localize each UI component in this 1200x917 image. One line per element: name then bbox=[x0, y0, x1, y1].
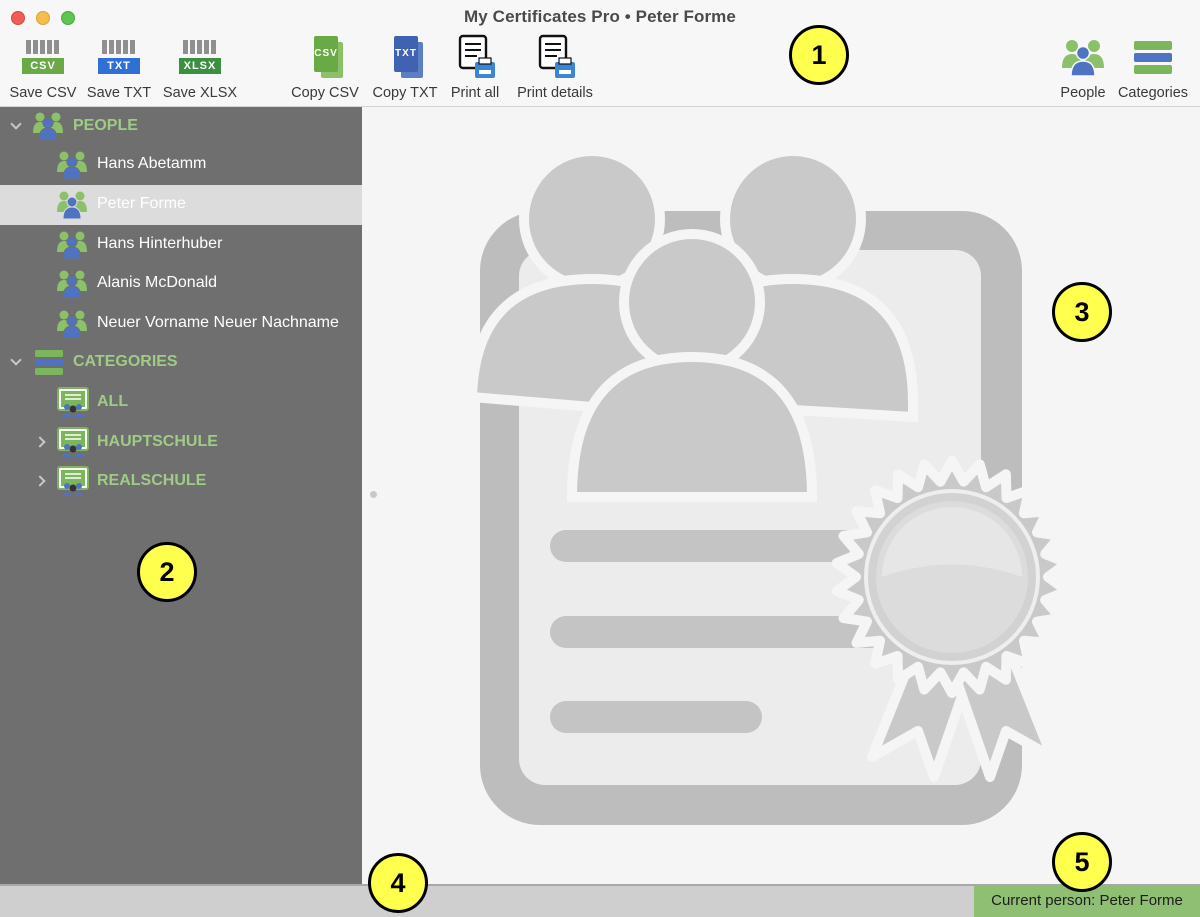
xlsx-file-icon: XLSX bbox=[176, 34, 224, 82]
print-details-icon bbox=[531, 34, 579, 82]
callout-2: 2 bbox=[137, 542, 197, 602]
sidebar-person-row[interactable]: Alanis McDonald bbox=[0, 264, 362, 304]
sidebar: PEOPLE Hans Abetamm Peter Forme Hans Hin… bbox=[0, 107, 362, 884]
chevron-down-icon[interactable] bbox=[10, 356, 22, 368]
sidebar-category-row[interactable]: HAUPTSCHULE bbox=[0, 423, 362, 463]
categories-icon bbox=[1129, 34, 1177, 82]
sidebar-categories-header[interactable]: CATEGORIES bbox=[0, 343, 362, 383]
sidebar-category-row[interactable]: ALL bbox=[0, 383, 362, 423]
save-txt-button[interactable]: TXT Save TXT bbox=[84, 34, 154, 101]
copy-txt-button[interactable]: TXT Copy TXT bbox=[370, 34, 440, 101]
toolbar: My Certificates Pro • Peter Forme CSV Sa… bbox=[0, 0, 1200, 107]
sidebar-person-row-selected[interactable]: Peter Forme bbox=[0, 185, 362, 225]
person-icon bbox=[57, 231, 87, 260]
callout-3: 3 bbox=[1052, 282, 1112, 342]
sidebar-person-row[interactable]: Hans Abetamm bbox=[0, 145, 362, 185]
sidebar-person-row[interactable]: Neuer Vorname Neuer Nachname bbox=[0, 304, 362, 344]
window-title: My Certificates Pro • Peter Forme bbox=[464, 7, 736, 26]
app-window: My Certificates Pro • Peter Forme CSV Sa… bbox=[0, 0, 1200, 917]
save-xlsx-button[interactable]: XLSX Save XLSX bbox=[163, 34, 237, 101]
copy-csv-icon: CSV bbox=[301, 34, 349, 82]
txt-file-icon: TXT bbox=[95, 34, 143, 82]
people-view-button[interactable]: People bbox=[1055, 34, 1111, 101]
splitter-handle[interactable] bbox=[370, 491, 377, 498]
callout-5: 5 bbox=[1052, 832, 1112, 892]
people-icon bbox=[1059, 34, 1107, 82]
person-icon bbox=[57, 270, 87, 299]
person-icon bbox=[57, 151, 87, 180]
print-details-button[interactable]: Print details bbox=[517, 34, 593, 101]
sidebar-people-header[interactable]: PEOPLE bbox=[0, 107, 362, 147]
categories-icon bbox=[35, 350, 63, 375]
detail-pane bbox=[362, 107, 1200, 884]
csv-file-icon: CSV bbox=[19, 34, 67, 82]
certificate-placeholder-icon bbox=[467, 146, 1073, 825]
sidebar-category-row[interactable]: REALSCHULE bbox=[0, 462, 362, 502]
chevron-right-icon[interactable] bbox=[36, 436, 48, 448]
categories-view-button[interactable]: Categories bbox=[1118, 34, 1188, 101]
callout-1: 1 bbox=[789, 25, 849, 85]
category-group-icon bbox=[57, 427, 89, 457]
copy-txt-icon: TXT bbox=[381, 34, 429, 82]
chevron-right-icon[interactable] bbox=[36, 475, 48, 487]
person-icon bbox=[57, 191, 87, 220]
copy-csv-button[interactable]: CSV Copy CSV bbox=[290, 34, 360, 101]
callout-4: 4 bbox=[368, 853, 428, 913]
save-csv-button[interactable]: CSV Save CSV bbox=[8, 34, 78, 101]
print-all-button[interactable]: Print all bbox=[445, 34, 505, 101]
category-group-icon bbox=[57, 387, 89, 417]
person-icon bbox=[57, 310, 87, 339]
sidebar-person-row[interactable]: Hans Hinterhuber bbox=[0, 225, 362, 265]
print-document-icon bbox=[451, 34, 499, 82]
chevron-down-icon[interactable] bbox=[10, 120, 22, 132]
people-icon bbox=[33, 112, 63, 141]
category-group-icon bbox=[57, 466, 89, 496]
